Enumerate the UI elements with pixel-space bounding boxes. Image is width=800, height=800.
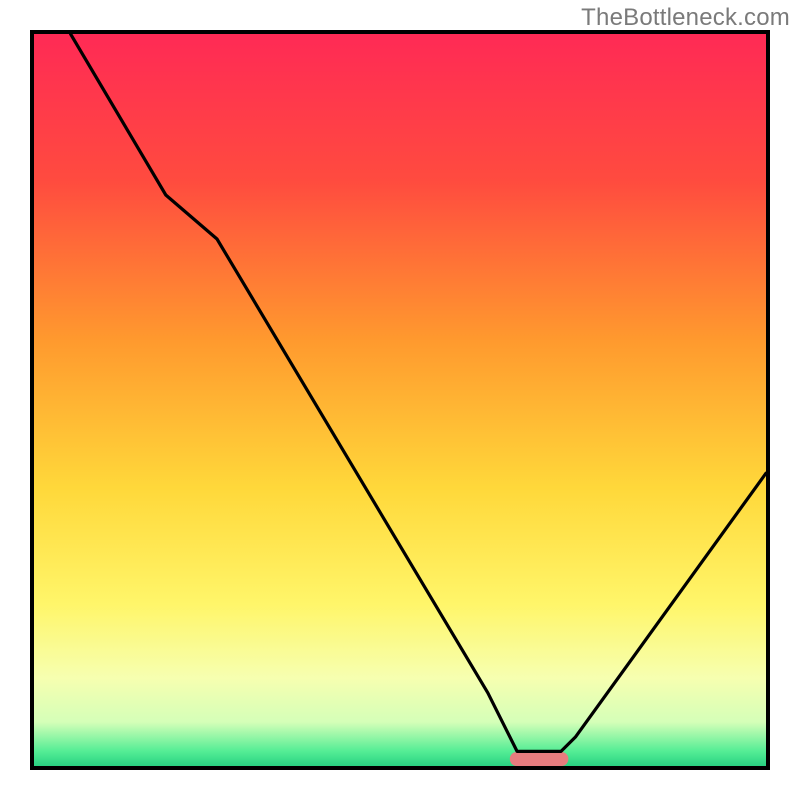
gradient-rect	[34, 34, 766, 766]
watermark-text: TheBottleneck.com	[581, 4, 790, 32]
chart-svg	[34, 34, 766, 766]
plot-area	[30, 30, 770, 770]
optimal-marker	[510, 752, 569, 766]
chart-container: TheBottleneck.com	[0, 0, 800, 800]
